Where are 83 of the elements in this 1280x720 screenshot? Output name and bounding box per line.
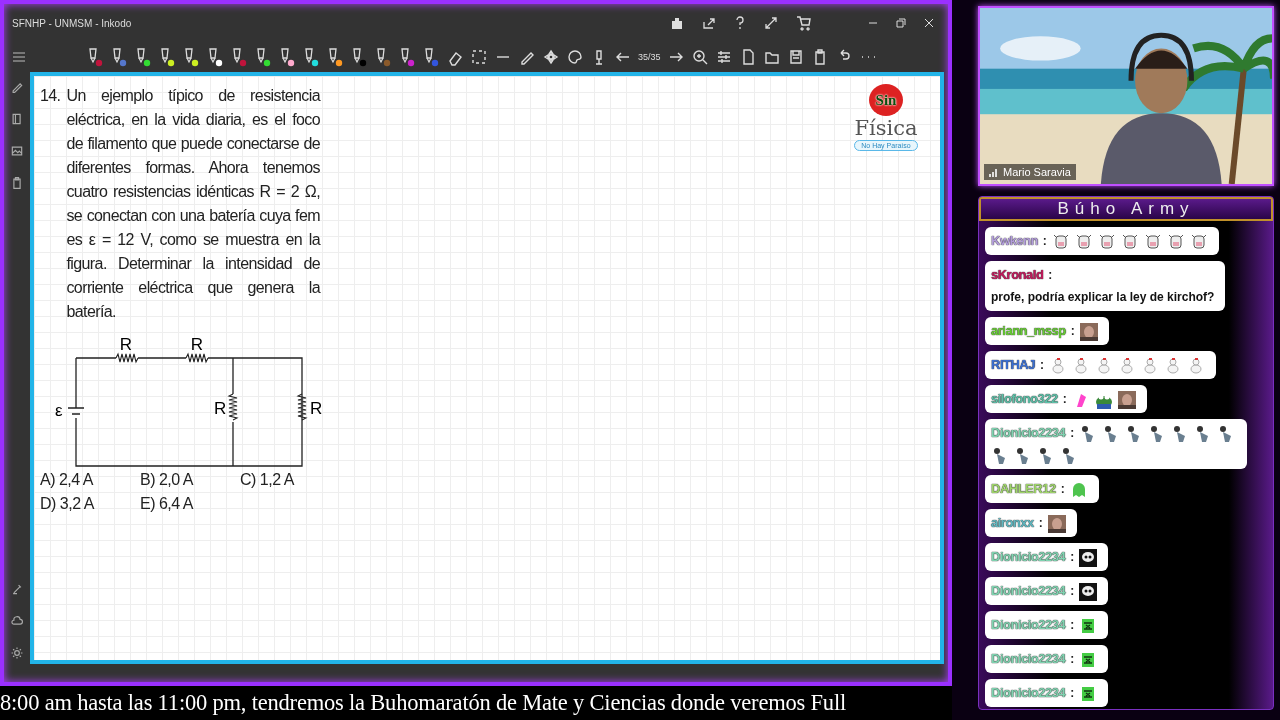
username: Dionicio2234 [991,425,1066,440]
colon-separator: : [1070,618,1075,632]
chat-title: Búho Army [1057,199,1195,219]
colon-separator: : [1038,516,1043,530]
help-icon[interactable] [734,16,746,30]
answer-option: B) 2,0 A [140,468,240,492]
question-text: Un ejemplo típico de resistencia eléctrica, en la vida diaria, es el foco de filamento que puede conectarse de diferentes formas. Ahora tenemos cuatro resistencias idénticas R = 2 Ω, se conectan con una batería cuya fem es ε = 12 V, como se muestra en la figura. Determinar la intensidad de corriente eléctrica que genera la batería. [66,86,320,322]
image-icon[interactable] [10,144,24,158]
logo-title: Física [854,116,918,140]
answer-option: A) 2,4 A [40,468,140,492]
battery-label: ε [55,401,63,420]
bag-icon[interactable] [670,16,684,30]
colon-separator: : [1062,392,1067,406]
colon-separator: : [1048,268,1053,282]
pen-icon[interactable] [302,47,320,67]
share-icon[interactable] [702,16,716,30]
username: sKronald [991,267,1044,282]
message-text: profe, podría explicar la ley de kirchof? [991,289,1215,306]
question-number: 14. [40,86,61,106]
pen-icon[interactable] [254,47,272,67]
skull-emote-icon [1079,582,1098,601]
colon-separator: : [1039,358,1044,372]
pen-icon[interactable] [326,47,344,67]
move-icon[interactable] [542,48,560,66]
resistor-label: R [119,335,133,354]
username: aironxx [991,515,1034,530]
colon-separator: : [1070,426,1075,440]
window-title: SFNHP - UNMSM - Inkodo [12,17,132,29]
whiteboard-canvas[interactable] [30,72,944,664]
pen-icon[interactable] [278,47,296,67]
username: Kwkenn [991,233,1038,248]
username: RITHAJ [991,357,1035,372]
news-ticker: 8:00 am hasta las 11:00 pm, tendremos la Buhomaratón de Mate y Ciencias donde veremos Full [0,686,952,720]
colon-separator: : [1070,686,1075,700]
zoom-icon[interactable] [690,48,709,66]
close-icon[interactable] [924,18,934,28]
menu-icon[interactable] [12,51,26,63]
colon-separator: : [1070,324,1075,338]
username: Dionicio2234 [991,549,1066,564]
username: Dionicio2234 [991,651,1066,666]
page-counter: 35/35 [638,52,661,62]
username: silofono322 [991,391,1058,406]
pen-icon[interactable] [110,47,128,67]
colon-separator: : [1070,652,1075,666]
username: DAHLER12 [991,481,1056,496]
pen-icon[interactable] [134,47,152,67]
settings-icon[interactable] [10,646,24,660]
pen-icon[interactable] [350,47,368,67]
streamer-name: Mario Saravia [1003,166,1071,178]
answer-option: C) 1,2 A [240,468,330,492]
clipboard-icon[interactable] [10,176,24,190]
pen-icon[interactable] [374,47,392,67]
cart-icon[interactable] [796,15,812,31]
colon-separator: : [1042,234,1047,248]
colon-separator: : [1070,550,1075,564]
apple-logo: Sin [869,84,903,116]
cloud-icon[interactable] [10,614,24,628]
answer-option: E) 6,4 A [140,492,240,516]
answer-option: D) 3,2 A [40,492,140,516]
restore-icon[interactable] [896,18,906,28]
pen-icon[interactable] [398,47,416,67]
palette-icon[interactable] [566,48,584,66]
signal-icon [989,167,999,177]
skull-emote-icon [1079,548,1098,567]
marker-icon[interactable] [10,582,24,596]
pen-icon[interactable] [86,47,104,67]
pen-icon[interactable] [206,47,224,67]
colon-separator: : [1070,584,1075,598]
pen-icon[interactable] [158,47,176,67]
book-icon[interactable] [10,112,24,126]
username: Dionicio2234 [991,617,1066,632]
colon-separator: : [1060,482,1065,496]
expand-icon[interactable] [764,16,778,30]
pen-icon[interactable] [230,47,248,67]
resistor-label: R [190,335,204,354]
resistor-label: R [310,399,323,418]
username: Dionicio2234 [991,583,1066,598]
select-icon[interactable] [470,48,488,66]
username: ariann_mssp [991,323,1066,338]
pen-icon[interactable] [422,47,440,67]
username: Dionicio2234 [991,685,1066,700]
pen-icon[interactable] [182,47,200,67]
resistor-label: R [214,399,227,418]
